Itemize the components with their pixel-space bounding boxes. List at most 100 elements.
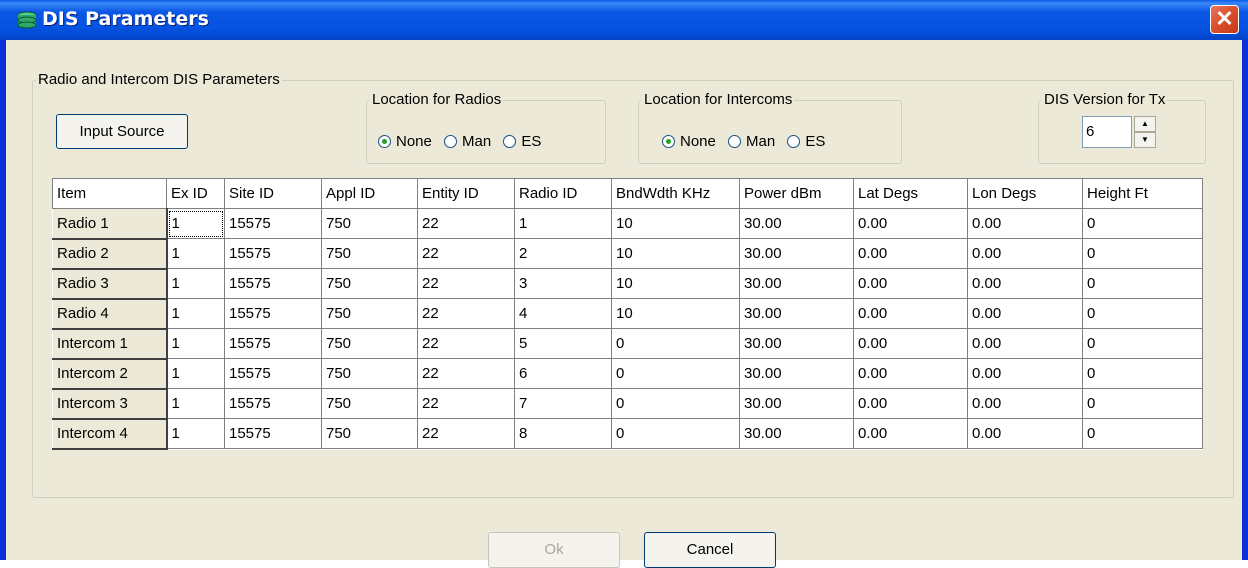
radios-es-radio[interactable] (503, 134, 517, 148)
row-header-cell[interactable]: Intercom 3 (52, 388, 168, 420)
radios-es-label[interactable]: ES (521, 133, 541, 150)
table-cell[interactable]: 0 (1082, 418, 1203, 449)
table-cell[interactable]: 1 (166, 238, 225, 269)
table-cell[interactable]: 0.00 (853, 238, 968, 269)
table-cell[interactable]: 0.00 (967, 238, 1083, 269)
table-cell[interactable]: 0 (611, 358, 740, 389)
title-bar[interactable]: DIS Parameters ✕ (0, 0, 1248, 40)
table-cell[interactable]: 0 (1082, 208, 1203, 239)
input-source-button[interactable]: Input Source (56, 114, 188, 149)
radios-none-radio[interactable] (378, 134, 391, 148)
table-cell[interactable]: 5 (514, 328, 612, 359)
table-cell[interactable]: 0.00 (853, 388, 968, 419)
table-cell[interactable]: 30.00 (739, 388, 854, 419)
cancel-button[interactable]: Cancel (644, 532, 776, 568)
table-cell[interactable]: 750 (321, 208, 418, 239)
table-cell[interactable]: 30.00 (739, 298, 854, 329)
table-cell[interactable]: 0 (1082, 328, 1203, 359)
table-cell[interactable]: 10 (611, 298, 740, 329)
table-cell[interactable]: 10 (611, 268, 740, 299)
table-cell[interactable]: 8 (514, 418, 612, 449)
table-cell[interactable]: 0.00 (967, 268, 1083, 299)
intercoms-none-radio[interactable] (662, 134, 675, 148)
table-cell[interactable]: 0 (611, 418, 740, 449)
radios-man-radio[interactable] (444, 134, 458, 148)
table-cell[interactable]: 22 (417, 208, 515, 239)
intercoms-es-label[interactable]: ES (805, 133, 825, 150)
table-cell[interactable]: 10 (611, 208, 740, 239)
table-cell[interactable]: 0.00 (853, 208, 968, 239)
row-header-cell[interactable]: Intercom 1 (52, 328, 168, 360)
radios-man-label[interactable]: Man (462, 133, 491, 150)
table-cell[interactable]: 0.00 (967, 298, 1083, 329)
table-cell[interactable]: 22 (417, 238, 515, 269)
row-header-cell[interactable]: Radio 4 (52, 298, 168, 330)
table-cell[interactable]: 0 (611, 388, 740, 419)
table-cell[interactable]: 15575 (224, 268, 322, 299)
table-cell[interactable]: 22 (417, 418, 515, 449)
table-cell[interactable]: 22 (417, 268, 515, 299)
table-cell[interactable]: 0.00 (853, 328, 968, 359)
table-cell[interactable]: 30.00 (739, 328, 854, 359)
row-header-cell[interactable]: Intercom 2 (52, 358, 168, 390)
table-cell[interactable]: 22 (417, 388, 515, 419)
radios-none-label[interactable]: None (396, 133, 432, 150)
table-cell[interactable]: 15575 (224, 388, 322, 419)
table-cell[interactable]: 3 (514, 268, 612, 299)
table-cell[interactable]: 750 (321, 418, 418, 449)
table-cell[interactable]: 750 (321, 268, 418, 299)
table-cell[interactable]: 6 (514, 358, 612, 389)
table-cell[interactable]: 0.00 (967, 328, 1083, 359)
table-cell[interactable]: 30.00 (739, 208, 854, 239)
table-cell[interactable]: 1 (166, 208, 225, 239)
table-cell[interactable]: 0.00 (853, 358, 968, 389)
table-cell[interactable]: 15575 (224, 298, 322, 329)
table-cell[interactable]: 1 (166, 418, 225, 449)
intercoms-none-label[interactable]: None (680, 133, 716, 150)
table-cell[interactable]: 10 (611, 238, 740, 269)
table-cell[interactable]: 0.00 (853, 298, 968, 329)
table-cell[interactable]: 750 (321, 388, 418, 419)
table-cell[interactable]: 750 (321, 358, 418, 389)
table-cell[interactable]: 30.00 (739, 268, 854, 299)
intercoms-es-radio[interactable] (787, 134, 801, 148)
table-cell[interactable]: 30.00 (739, 418, 854, 449)
table-cell[interactable]: 2 (514, 238, 612, 269)
intercoms-man-radio[interactable] (728, 134, 742, 148)
table-cell[interactable]: 0.00 (967, 388, 1083, 419)
table-cell[interactable]: 15575 (224, 418, 322, 449)
table-cell[interactable]: 0 (1082, 298, 1203, 329)
intercoms-man-label[interactable]: Man (746, 133, 775, 150)
table-cell[interactable]: 4 (514, 298, 612, 329)
table-cell[interactable]: 30.00 (739, 358, 854, 389)
table-cell[interactable]: 1 (166, 298, 225, 329)
table-cell[interactable]: 30.00 (739, 238, 854, 269)
table-cell[interactable]: 0.00 (967, 358, 1083, 389)
row-header-cell[interactable]: Radio 2 (52, 238, 168, 270)
table-cell[interactable]: 1 (166, 328, 225, 359)
table-cell[interactable]: 0.00 (967, 418, 1083, 449)
table-cell[interactable]: 0 (1082, 238, 1203, 269)
table-cell[interactable]: 750 (321, 328, 418, 359)
table-cell[interactable]: 22 (417, 328, 515, 359)
close-button[interactable]: ✕ (1210, 5, 1239, 34)
row-header-cell[interactable]: Intercom 4 (52, 418, 168, 450)
table-cell[interactable]: 15575 (224, 358, 322, 389)
table-cell[interactable]: 7 (514, 388, 612, 419)
row-header-cell[interactable]: Radio 3 (52, 268, 168, 300)
table-cell[interactable]: 1 (514, 208, 612, 239)
dis-version-input[interactable]: 6 (1082, 116, 1132, 148)
table-cell[interactable]: 750 (321, 298, 418, 329)
table-cell[interactable]: 0 (1082, 358, 1203, 389)
table-cell[interactable]: 750 (321, 238, 418, 269)
table-cell[interactable]: 15575 (224, 208, 322, 239)
table-cell[interactable]: 1 (166, 388, 225, 419)
table-cell[interactable]: 15575 (224, 328, 322, 359)
table-cell[interactable]: 22 (417, 358, 515, 389)
table-cell[interactable]: 22 (417, 298, 515, 329)
table-cell[interactable]: 0.00 (853, 418, 968, 449)
table-cell[interactable]: 0 (611, 328, 740, 359)
table-cell[interactable]: 0 (1082, 268, 1203, 299)
row-header-cell[interactable]: Radio 1 (52, 208, 168, 240)
table-cell[interactable]: 0.00 (853, 268, 968, 299)
